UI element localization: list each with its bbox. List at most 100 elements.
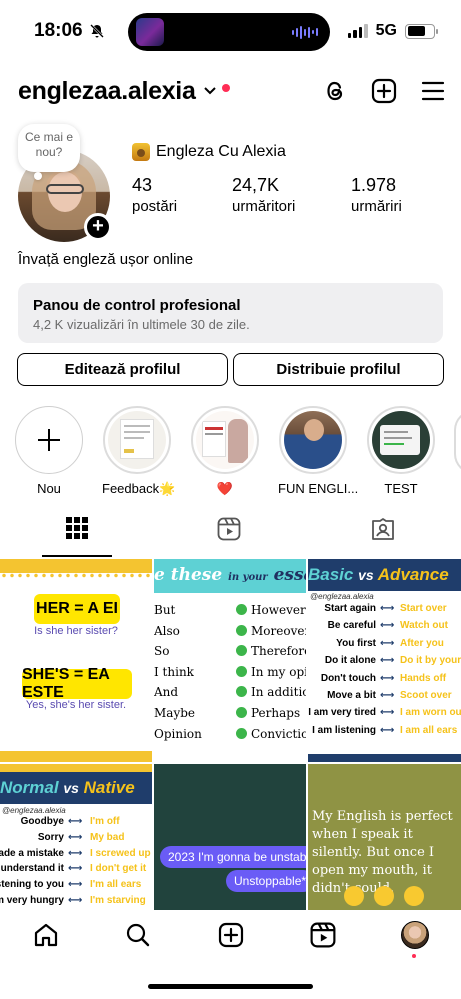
post-normal-vs-native[interactable]: Normal vs Native @englezaa.alexia Goodby…	[0, 764, 152, 910]
profile-header: englezaa.alexia	[18, 74, 445, 108]
profile-nav-avatar[interactable]	[400, 920, 430, 950]
post-basic-vs-advanced[interactable]: Basic vs Advance @englezaa.alexia Start …	[308, 559, 461, 762]
phrase-basic: Don't touch	[320, 672, 376, 684]
edit-profile-button[interactable]: Editează profilul	[17, 353, 228, 386]
highlight-heart[interactable]: ❤️	[190, 406, 260, 497]
system-icons: 5G	[347, 22, 438, 40]
essay-better-word: Moreover	[251, 623, 306, 638]
check-icon	[236, 665, 247, 677]
double-arrow-icon: ⟷	[380, 690, 395, 701]
chevron-down-icon[interactable]	[203, 87, 216, 95]
bottom-navigation	[0, 912, 461, 962]
double-arrow-icon: ⟷	[380, 655, 395, 667]
dynamic-island[interactable]	[128, 13, 330, 51]
phrase-advanced: I am worn ou	[400, 707, 461, 719]
essay-better-word: Conviction	[251, 726, 306, 741]
followers-count[interactable]: 24,7K urmăritori	[232, 175, 295, 215]
essay-basic-word: Opinion	[154, 726, 202, 741]
menu-icon[interactable]	[421, 81, 445, 101]
double-arrow-icon: ⟷	[68, 879, 83, 891]
phrase-basic: Goodbye	[20, 816, 64, 827]
tab-tagged[interactable]	[348, 517, 418, 557]
double-arrow-icon: ⟷	[68, 863, 83, 875]
phrase-basic: t understand it	[0, 863, 64, 875]
highlight-fun-english[interactable]: FUN ENGLI...	[278, 406, 358, 496]
battery-level	[407, 26, 425, 36]
home-indicator[interactable]	[148, 984, 313, 989]
highlight-test[interactable]: TEST	[366, 406, 436, 496]
weary-emoji-icon	[374, 886, 394, 906]
phrase-advanced: Scoot over	[400, 690, 452, 701]
check-icon	[236, 707, 247, 718]
highlight-more-partial[interactable]	[454, 410, 461, 474]
post-english-perfect[interactable]: My English is perfect when I speak it si…	[308, 764, 461, 910]
share-profile-button[interactable]: Distribuie profilul	[233, 353, 444, 386]
weary-emoji-icon	[404, 886, 424, 906]
essay-better-word: However	[251, 603, 306, 617]
network-label: 5G	[375, 22, 397, 39]
posts-count[interactable]: 43 postări	[132, 175, 177, 215]
create-icon[interactable]	[216, 920, 246, 950]
phrase-advanced: Watch out	[400, 620, 448, 632]
double-arrow-icon: ⟷	[68, 831, 83, 843]
bio-text: Învață engleză ușor online	[18, 251, 194, 268]
tagged-icon	[372, 518, 394, 540]
double-arrow-icon: ⟷	[380, 672, 395, 684]
home-icon[interactable]	[31, 920, 61, 950]
highlight-feedback[interactable]: Feedback🌟	[102, 406, 175, 497]
status-bar: 18:06 5G	[0, 0, 461, 60]
phrase-basic: made a mistake	[0, 847, 64, 859]
essay-basic-word: Also	[154, 623, 180, 638]
search-icon[interactable]	[123, 920, 153, 950]
phrase-advanced: After you	[400, 637, 444, 649]
essay-better-word: In addition	[251, 685, 306, 700]
profile-tabs	[0, 517, 461, 557]
phrase-basic: I am very tired	[308, 707, 376, 719]
post-unstoppable-reel[interactable]: 2023 I'm gonna be unstable Unstoppable*	[154, 764, 306, 910]
double-arrow-icon: ⟷	[68, 816, 83, 827]
username-switcher[interactable]: englezaa.alexia	[18, 77, 196, 106]
note-bubble[interactable]: Ce mai e nou?	[18, 124, 80, 180]
check-icon	[236, 645, 247, 657]
essay-basic-word: Maybe	[154, 706, 196, 720]
phrase-basic: Move a bit	[327, 690, 376, 701]
double-arrow-icon: ⟷	[380, 724, 395, 736]
double-arrow-icon: ⟷	[380, 637, 395, 649]
essay-better-word: Perhaps	[251, 706, 301, 720]
post-her-she-s[interactable]: HER = A EI Is she her sister? SHE'S = EA…	[0, 559, 152, 762]
audio-wave-icon	[292, 25, 318, 39]
phrase-advanced: Start over	[400, 603, 447, 614]
dashboard-title: Panou de control profesional	[33, 297, 241, 314]
reels-nav-icon[interactable]	[308, 920, 338, 950]
post-essay-words[interactable]: e these in your essay inst ButHoweverAls…	[154, 559, 306, 762]
check-icon	[236, 686, 247, 698]
professional-dashboard[interactable]: Panou de control profesional 4,2 K vizua…	[18, 283, 443, 343]
threads-icon[interactable]	[323, 78, 347, 104]
highlight-new[interactable]: Nou	[14, 406, 84, 496]
add-story-button[interactable]: +	[84, 213, 112, 241]
plus-icon	[38, 429, 60, 451]
tab-reels[interactable]	[194, 517, 264, 557]
dashboard-subtitle: 4,2 K vizualizări în ultimele 30 de zile…	[33, 317, 250, 332]
phrase-advanced: I screwed up	[90, 847, 151, 859]
phrase-advanced: My bad	[90, 831, 125, 843]
tab-grid[interactable]	[42, 517, 112, 557]
double-arrow-icon: ⟷	[380, 707, 395, 719]
create-post-icon[interactable]	[371, 78, 397, 104]
check-icon	[236, 727, 247, 739]
phrase-basic: Start again	[324, 603, 376, 614]
phrase-basic: You first	[336, 637, 376, 649]
phrase-advanced: I don't get it	[90, 863, 147, 875]
following-count[interactable]: 1.978 urmăriri	[351, 175, 402, 215]
essay-basic-word: I think	[154, 664, 194, 679]
signal-icon	[347, 24, 368, 38]
phrase-basic: I'm very hungry	[0, 895, 64, 906]
bell-muted-icon	[89, 24, 104, 38]
essay-basic-word: So	[154, 644, 170, 659]
phrase-advanced: I'm starving	[90, 895, 146, 906]
phrase-advanced: I'm all ears	[90, 879, 142, 891]
display-name: Engleza Cu Alexia	[132, 143, 286, 161]
double-arrow-icon: ⟷	[68, 895, 83, 906]
phrase-basic: istening to you	[0, 879, 64, 891]
essay-better-word: Therefore	[251, 644, 306, 659]
